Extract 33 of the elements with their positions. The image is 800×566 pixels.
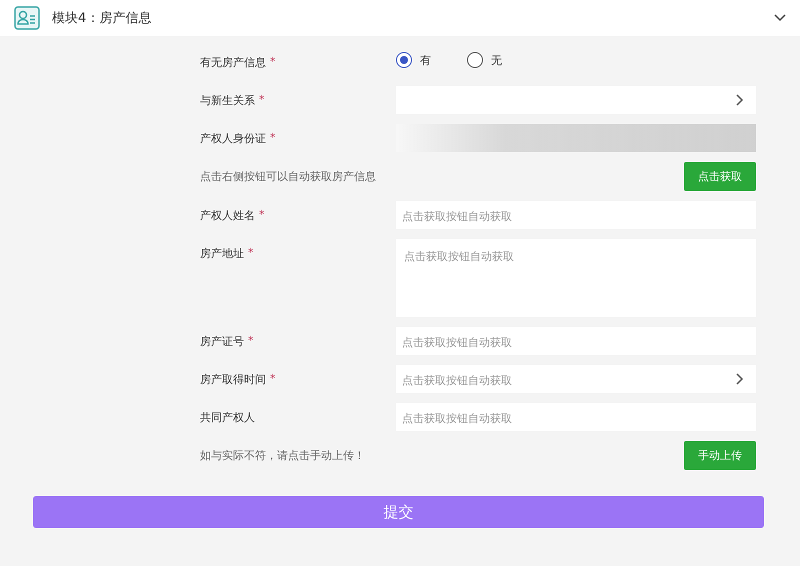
textarea-field[interactable]: 点击获取按钮自动获取	[396, 239, 756, 317]
input-field[interactable]: 点击获取按钮自动获取	[396, 403, 756, 431]
required-mark: *	[270, 54, 276, 68]
required-mark: *	[259, 207, 264, 221]
field-label: 有无房产信息	[200, 55, 266, 70]
fetch-button[interactable]: 手动上传	[684, 441, 756, 470]
select-field[interactable]: 点击获取按钮自动获取	[396, 365, 756, 393]
field-label: 产权人姓名	[200, 208, 255, 223]
radio-option[interactable]: 有	[396, 52, 431, 68]
chevron-down-icon[interactable]	[774, 14, 786, 22]
chevron-right-icon	[736, 373, 744, 385]
chevron-right-icon	[736, 94, 744, 106]
fetch-button[interactable]: 点击获取	[684, 162, 756, 191]
input-field[interactable]: 点击获取按钮自动获取	[396, 327, 756, 355]
field-label: 产权人身份证	[200, 131, 266, 146]
field-label: 与新生关系	[200, 93, 255, 108]
contact-card-icon	[14, 6, 40, 30]
select-field[interactable]	[396, 86, 756, 114]
required-mark: *	[248, 333, 254, 347]
required-mark: *	[270, 130, 276, 144]
required-mark: *	[270, 371, 276, 385]
field-label: 房产地址	[200, 246, 244, 261]
section-title: 模块4：房产信息	[52, 10, 152, 27]
field-label: 房产取得时间	[200, 372, 266, 387]
required-mark: *	[259, 92, 264, 106]
radio-option[interactable]: 无	[467, 52, 502, 68]
submit-button[interactable]: 提交	[33, 496, 764, 528]
hint-text: 如与实际不符，请点击手动上传！	[200, 448, 366, 463]
field-label: 共同产权人	[200, 410, 255, 425]
required-mark: *	[248, 245, 254, 259]
field-label: 房产证号	[200, 334, 244, 349]
hint-text: 点击右侧按钮可以自动获取房产信息	[200, 169, 377, 184]
input-field[interactable]: 点击获取按钮自动获取	[396, 201, 756, 229]
